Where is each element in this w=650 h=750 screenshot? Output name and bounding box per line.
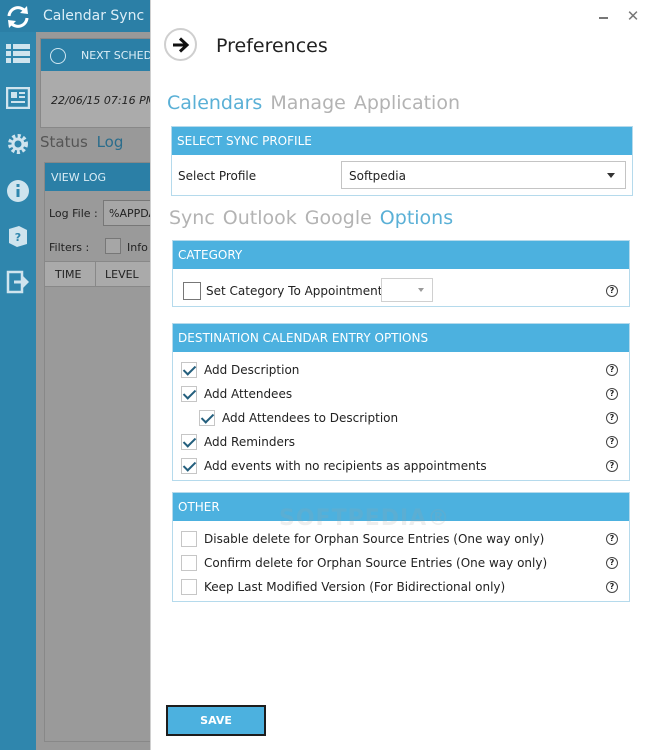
help-icon[interactable]: ?: [606, 436, 618, 448]
caret-down-icon: [607, 173, 615, 178]
filter-info-checkbox[interactable]: [105, 238, 121, 254]
option-confirm-delete-orphan: Confirm delete for Orphan Source Entries…: [173, 553, 629, 573]
app-main-area: NEXT SCHEDULED 22/06/15 07:16 PM Status …: [36, 32, 182, 750]
help-book-icon[interactable]: ?: [4, 222, 32, 250]
log-table-header: TIME LEVEL: [45, 261, 157, 287]
minimize-button[interactable]: [595, 8, 615, 26]
disable-delete-orphan-checkbox[interactable]: [181, 531, 197, 547]
top-tabs: Calendars Manage Application: [167, 92, 468, 114]
app-tabs: Status Log: [40, 133, 123, 151]
option-label: Add Description: [204, 363, 300, 377]
help-icon[interactable]: ?: [606, 285, 618, 297]
option-keep-last-modified: Keep Last Modified Version (For Bidirect…: [173, 577, 629, 597]
app-title: Calendar Sync +: [43, 8, 161, 24]
schedule-header: NEXT SCHEDULED: [41, 39, 182, 71]
option-label: Add Attendees to Description: [222, 411, 399, 425]
destination-options-group: DESTINATION CALENDAR ENTRY OPTIONS Add D…: [172, 323, 630, 481]
option-add-reminders: Add Reminders ?: [173, 432, 629, 452]
preferences-flyout: ✕ Preferences Calendars Manage Application…: [150, 0, 650, 750]
info-icon[interactable]: [4, 177, 32, 205]
add-attendees-checkbox[interactable]: [181, 386, 197, 402]
collapse-up-icon[interactable]: [50, 48, 66, 64]
help-icon[interactable]: ?: [606, 557, 618, 569]
help-icon[interactable]: ?: [606, 460, 618, 472]
category-header: CATEGORY: [173, 241, 629, 269]
list-icon[interactable]: [4, 40, 32, 68]
option-label: Disable delete for Orphan Source Entries…: [204, 532, 545, 546]
help-icon[interactable]: ?: [606, 412, 618, 424]
add-description-checkbox[interactable]: [181, 362, 197, 378]
set-category-checkbox[interactable]: [183, 282, 201, 300]
confirm-delete-orphan-checkbox[interactable]: [181, 555, 197, 571]
help-icon[interactable]: ?: [606, 388, 618, 400]
option-label: Add Attendees: [204, 387, 293, 401]
sync-profile-header: SELECT SYNC PROFILE: [172, 127, 632, 155]
sync-logo-icon: [7, 6, 29, 28]
option-add-attendees: Add Attendees ?: [173, 384, 629, 404]
column-time[interactable]: TIME: [55, 268, 81, 281]
exit-icon[interactable]: [4, 268, 32, 296]
option-add-attendees-to-description: Add Attendees to Description ?: [173, 408, 629, 428]
log-panel-header: VIEW LOG: [45, 163, 155, 191]
category-dropdown[interactable]: [381, 278, 433, 302]
tab-outlook[interactable]: Outlook: [223, 207, 297, 229]
log-panel: VIEW LOG Log File : %APPDATA% Filters : …: [44, 162, 163, 742]
close-button[interactable]: ✕: [623, 6, 643, 26]
schedule-panel: NEXT SCHEDULED 22/06/15 07:16 PM: [40, 38, 182, 128]
sub-tabs: Sync Outlook Google Options: [169, 207, 461, 229]
destination-options-header: DESTINATION CALENDAR ENTRY OPTIONS: [173, 324, 629, 352]
help-icon[interactable]: ?: [606, 364, 618, 376]
category-group: CATEGORY Set Category To Appointments ?: [172, 240, 630, 307]
caret-down-icon: [418, 288, 424, 292]
tab-sync[interactable]: Sync: [169, 207, 215, 229]
tab-application[interactable]: Application: [354, 92, 460, 114]
help-icon[interactable]: ?: [606, 581, 618, 593]
app-sidebar: ?: [0, 32, 36, 750]
select-profile-label: Select Profile: [178, 169, 257, 183]
set-category-label: Set Category To Appointments: [206, 284, 389, 298]
tab-manage[interactable]: Manage: [270, 92, 345, 114]
tab-options[interactable]: Options: [380, 207, 453, 229]
arrow-right-icon: [172, 36, 189, 53]
option-label: Add Reminders: [204, 435, 296, 449]
option-label: Add events with no recipients as appoint…: [204, 459, 487, 473]
add-reminders-checkbox[interactable]: [181, 434, 197, 450]
sync-profile-group: SELECT SYNC PROFILE Select Profile Softp…: [171, 126, 633, 196]
log-file-label: Log File :: [49, 207, 98, 220]
page-title: Preferences: [216, 35, 328, 57]
option-add-events-no-recipients: Add events with no recipients as appoint…: [173, 456, 629, 476]
column-divider: [95, 262, 96, 286]
watermark: SOFTPEDIA®: [279, 506, 451, 531]
gear-icon[interactable]: [4, 130, 32, 158]
option-add-description: Add Description ?: [173, 360, 629, 380]
save-button[interactable]: SAVE: [166, 705, 266, 736]
option-label: Confirm delete for Orphan Source Entries…: [204, 556, 548, 570]
tab-status[interactable]: Status: [40, 133, 88, 151]
add-attendees-to-description-checkbox[interactable]: [199, 410, 215, 426]
back-button[interactable]: [164, 28, 197, 61]
document-icon[interactable]: [4, 84, 32, 112]
tab-log[interactable]: Log: [97, 133, 124, 151]
help-icon[interactable]: ?: [606, 533, 618, 545]
svg-text:?: ?: [15, 231, 21, 244]
column-level[interactable]: LEVEL: [105, 268, 139, 281]
profile-selected-value: Softpedia: [349, 169, 406, 183]
filters-label: Filters :: [49, 241, 90, 254]
profile-dropdown[interactable]: Softpedia: [341, 161, 626, 189]
filter-info-label: Info: [127, 241, 148, 254]
tab-calendars[interactable]: Calendars: [167, 92, 262, 114]
keep-last-modified-checkbox[interactable]: [181, 579, 197, 595]
option-disable-delete-orphan: Disable delete for Orphan Source Entries…: [173, 529, 629, 549]
add-events-no-recipients-checkbox[interactable]: [181, 458, 197, 474]
tab-google[interactable]: Google: [305, 207, 372, 229]
schedule-date: 22/06/15 07:16 PM: [51, 94, 156, 107]
option-label: Keep Last Modified Version (For Bidirect…: [204, 580, 506, 594]
